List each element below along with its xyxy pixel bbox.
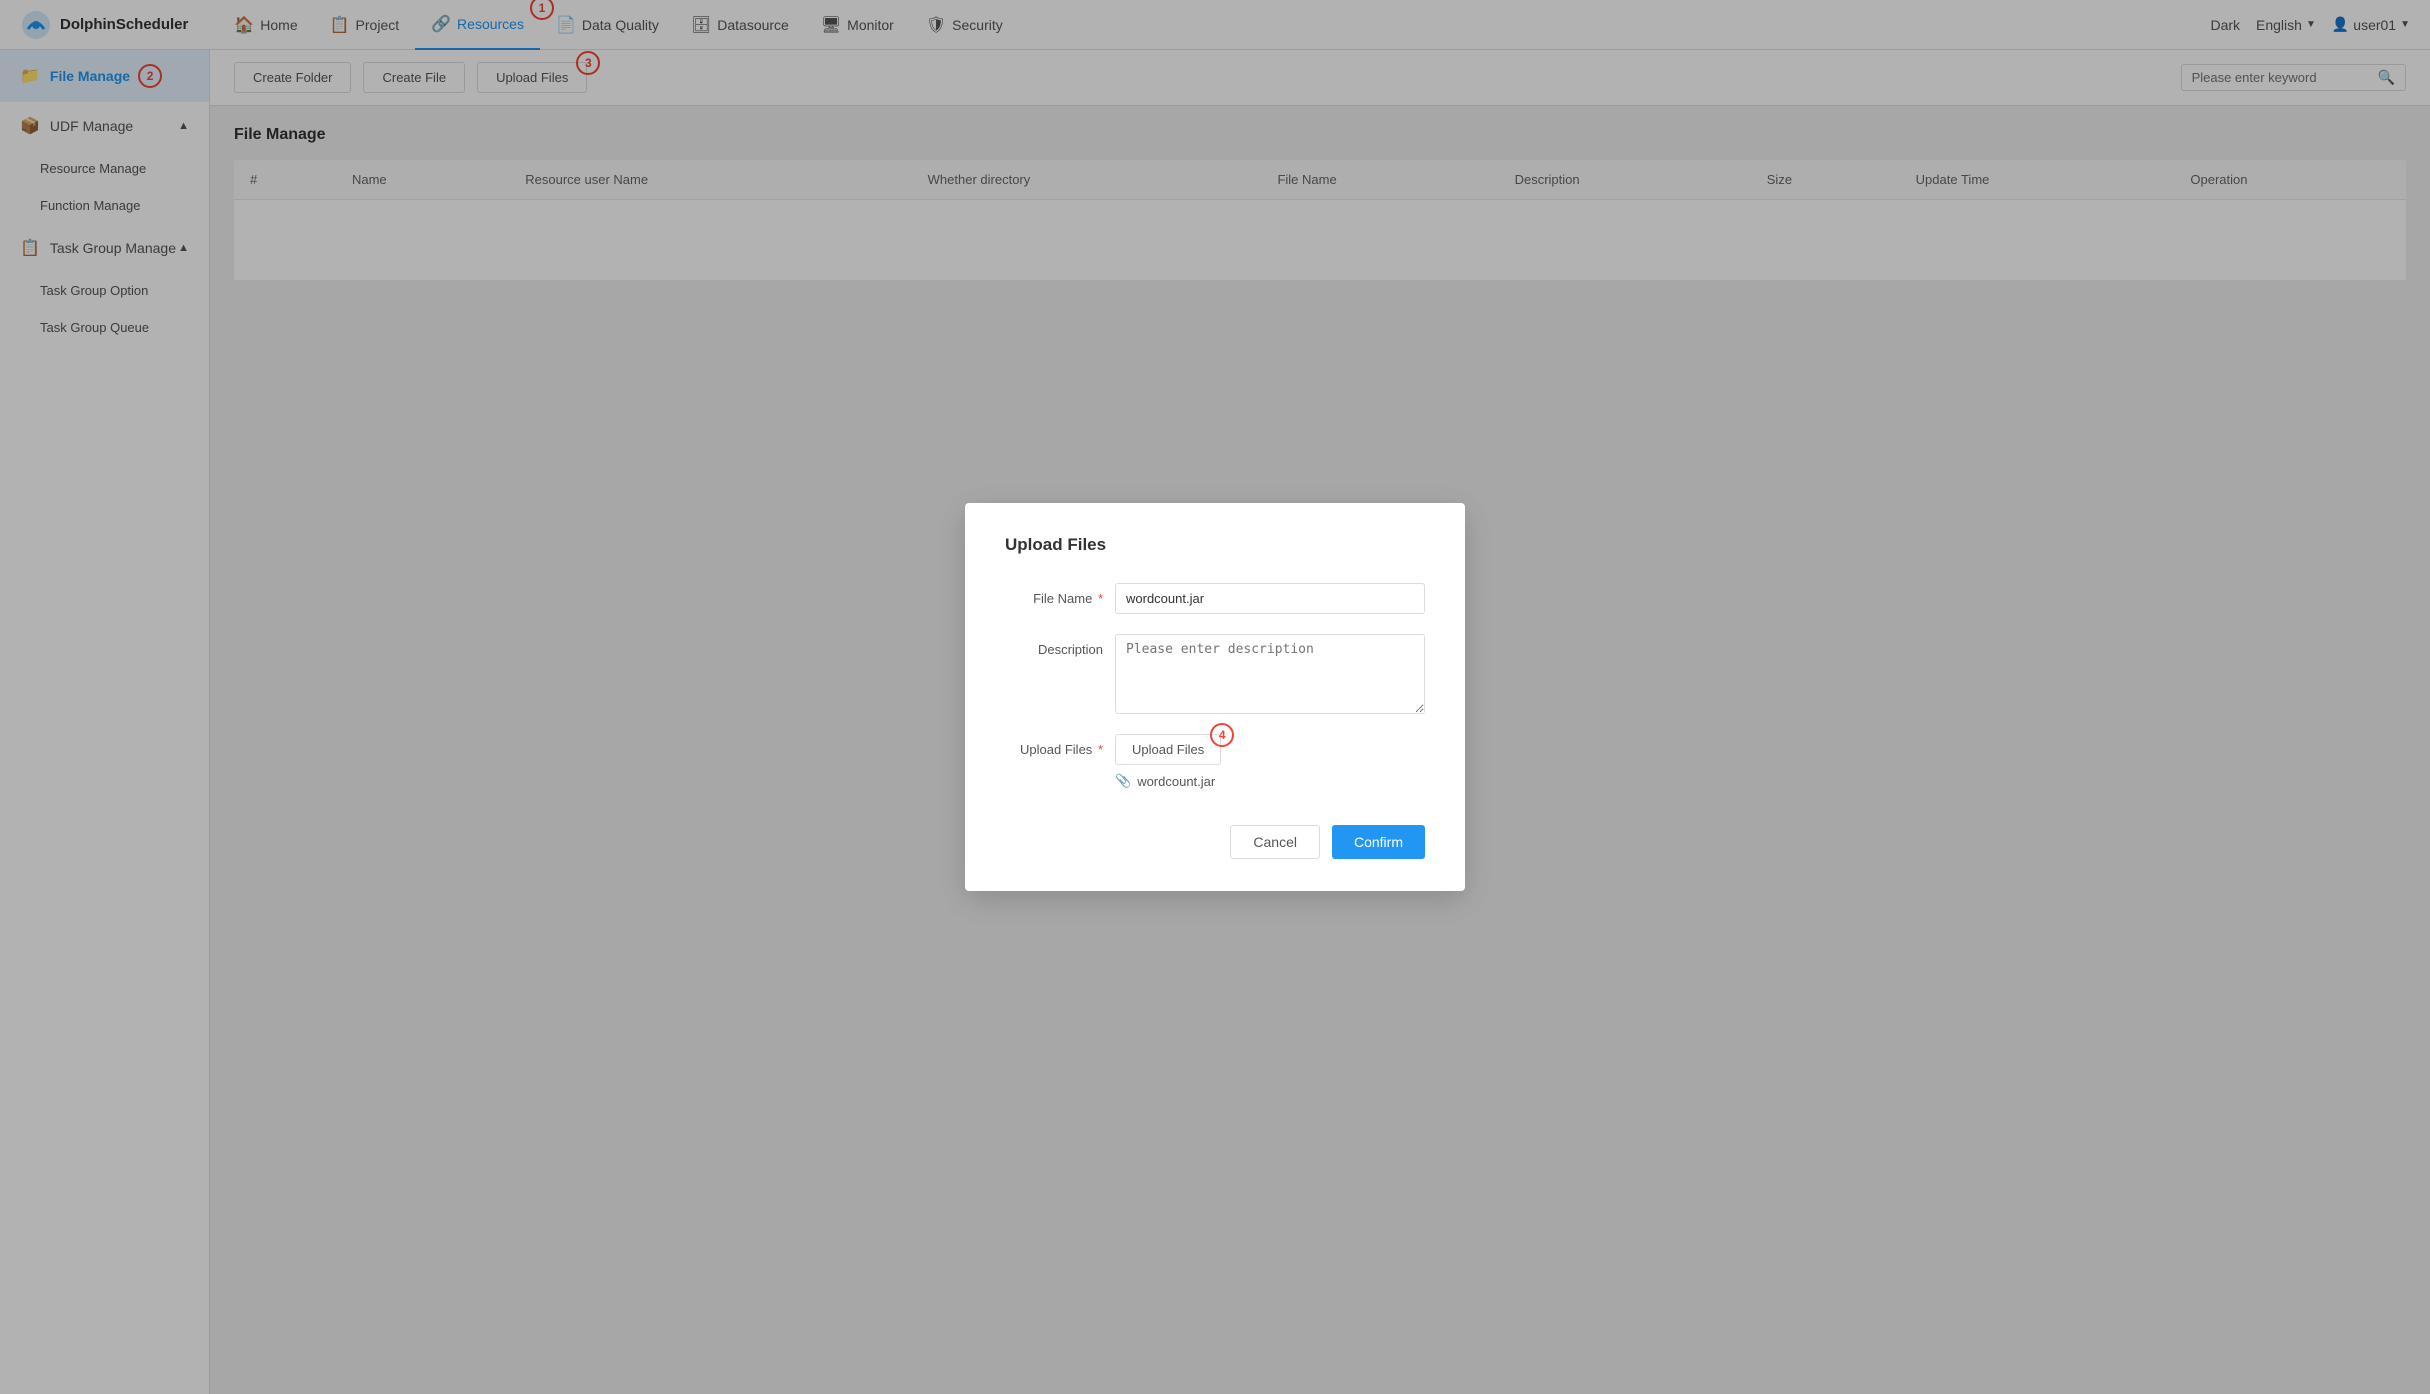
uploaded-filename: wordcount.jar [1137, 774, 1215, 789]
modal-title: Upload Files [1005, 535, 1425, 555]
step-badge-4: 4 [1210, 723, 1234, 747]
description-textarea[interactable] [1115, 634, 1425, 714]
file-name-input[interactable] [1115, 583, 1425, 614]
upload-files-modal: Upload Files File Name * Description Upl… [965, 503, 1465, 891]
required-mark: * [1098, 591, 1103, 606]
upload-files-row: Upload Files * Upload Files 4 📎 wordcoun… [1005, 734, 1425, 789]
upload-required-mark: * [1098, 742, 1103, 757]
confirm-button[interactable]: Confirm [1332, 825, 1425, 859]
cancel-button[interactable]: Cancel [1230, 825, 1320, 859]
file-attachment-icon: 📎 [1115, 773, 1131, 789]
upload-label: Upload Files * [1005, 734, 1115, 757]
uploaded-file-display: 📎 wordcount.jar [1115, 773, 1425, 789]
upload-files-button[interactable]: Upload Files 4 [1115, 734, 1221, 765]
modal-overlay: Upload Files File Name * Description Upl… [0, 0, 2430, 1394]
file-name-label: File Name * [1005, 583, 1115, 606]
modal-footer: Cancel Confirm [1005, 817, 1425, 859]
upload-area: Upload Files 4 📎 wordcount.jar [1115, 734, 1425, 789]
description-row: Description [1005, 634, 1425, 714]
description-label: Description [1005, 634, 1115, 657]
file-name-row: File Name * [1005, 583, 1425, 614]
